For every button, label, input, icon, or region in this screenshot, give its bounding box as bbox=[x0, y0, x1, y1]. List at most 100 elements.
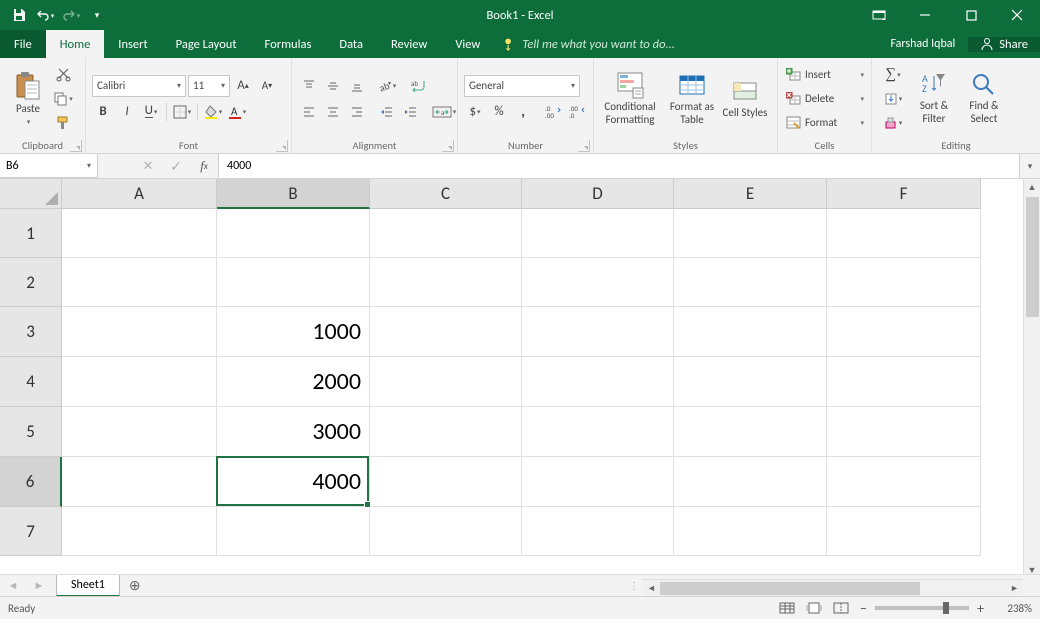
cell-D5[interactable] bbox=[522, 407, 674, 457]
find-select-button[interactable]: Find & Select bbox=[960, 63, 1008, 135]
minimize-button[interactable] bbox=[902, 0, 948, 30]
cell-E2[interactable] bbox=[674, 258, 827, 307]
insert-function-button[interactable]: fx bbox=[190, 154, 218, 178]
row-header-2[interactable]: 2 bbox=[0, 258, 62, 307]
increase-font-button[interactable]: A▴ bbox=[232, 75, 254, 97]
cell-D6[interactable] bbox=[522, 457, 674, 507]
cell-F4[interactable] bbox=[827, 357, 981, 407]
wrap-text-button[interactable]: ab bbox=[406, 75, 434, 97]
cell-D1[interactable] bbox=[522, 209, 674, 258]
align-right-button[interactable] bbox=[346, 101, 368, 123]
scroll-right-button[interactable]: ► bbox=[1006, 580, 1023, 597]
cell-A4[interactable] bbox=[62, 357, 217, 407]
tell-me-search[interactable]: Tell me what you want to do... bbox=[502, 30, 675, 58]
fill-button[interactable]: ▾ bbox=[878, 88, 908, 110]
tab-view[interactable]: View bbox=[441, 30, 494, 58]
formula-bar[interactable]: 4000 bbox=[219, 154, 1020, 178]
decrease-font-button[interactable]: A▾ bbox=[256, 75, 278, 97]
underline-button[interactable]: U▾ bbox=[140, 101, 162, 123]
new-sheet-button[interactable]: ⊕ bbox=[122, 575, 148, 597]
page-break-view-button[interactable] bbox=[828, 598, 854, 618]
cell-C5[interactable] bbox=[370, 407, 522, 457]
font-dialog-launcher[interactable] bbox=[276, 140, 288, 152]
splitter-grip[interactable]: ⋮ bbox=[629, 579, 640, 592]
cell-B3[interactable]: 1000 bbox=[217, 307, 370, 357]
share-button[interactable]: Share bbox=[968, 37, 1040, 52]
alignment-dialog-launcher[interactable] bbox=[442, 140, 454, 152]
h-scroll-thumb[interactable] bbox=[660, 582, 920, 595]
clear-button[interactable]: ▾ bbox=[878, 112, 908, 134]
qat-customize[interactable]: ▾ bbox=[86, 4, 108, 26]
number-dialog-launcher[interactable] bbox=[578, 140, 590, 152]
vertical-scrollbar[interactable]: ▲ ▼ bbox=[1023, 179, 1040, 579]
cell-C2[interactable] bbox=[370, 258, 522, 307]
zoom-level[interactable]: 238% bbox=[992, 602, 1032, 615]
cell-C3[interactable] bbox=[370, 307, 522, 357]
col-header-E[interactable]: E bbox=[674, 179, 827, 209]
col-header-F[interactable]: F bbox=[827, 179, 981, 209]
zoom-out-button[interactable]: − bbox=[860, 600, 867, 617]
cell-C6[interactable] bbox=[370, 457, 522, 507]
percent-style-button[interactable]: % bbox=[488, 101, 510, 123]
format-as-table-button[interactable]: Format as Table bbox=[664, 63, 720, 135]
cell-F3[interactable] bbox=[827, 307, 981, 357]
row-header-1[interactable]: 1 bbox=[0, 209, 62, 258]
cell-A6[interactable] bbox=[62, 457, 217, 507]
cell-D2[interactable] bbox=[522, 258, 674, 307]
ribbon-options-button[interactable] bbox=[856, 0, 902, 30]
undo-button[interactable]: ▾ bbox=[34, 4, 56, 26]
cell-B5[interactable]: 3000 bbox=[217, 407, 370, 457]
cell-D3[interactable] bbox=[522, 307, 674, 357]
cell-E4[interactable] bbox=[674, 357, 827, 407]
scroll-up-button[interactable]: ▲ bbox=[1024, 179, 1040, 196]
align-center-button[interactable] bbox=[322, 101, 344, 123]
row-header-3[interactable]: 3 bbox=[0, 307, 62, 357]
orientation-button[interactable]: ab▾ bbox=[376, 75, 398, 97]
fill-color-button[interactable]: ▾ bbox=[202, 101, 224, 123]
align-top-button[interactable] bbox=[298, 75, 320, 97]
cell-A5[interactable] bbox=[62, 407, 217, 457]
cell-A1[interactable] bbox=[62, 209, 217, 258]
sheet-tab[interactable]: Sheet1 bbox=[56, 575, 120, 597]
italic-button[interactable]: I bbox=[116, 101, 138, 123]
cell-B6[interactable]: 4000 bbox=[217, 457, 370, 507]
cell-D4[interactable] bbox=[522, 357, 674, 407]
row-header-7[interactable]: 7 bbox=[0, 507, 62, 556]
cell-E6[interactable] bbox=[674, 457, 827, 507]
bold-button[interactable]: B bbox=[92, 101, 114, 123]
formula-bar-expand[interactable]: ▾ bbox=[1020, 154, 1040, 178]
conditional-formatting-button[interactable]: Conditional Formatting bbox=[598, 63, 662, 135]
normal-view-button[interactable] bbox=[774, 598, 800, 618]
merge-center-button[interactable]: a▾ bbox=[430, 101, 458, 123]
cell-E7[interactable] bbox=[674, 507, 827, 556]
cell-A2[interactable] bbox=[62, 258, 217, 307]
tab-formulas[interactable]: Formulas bbox=[251, 30, 326, 58]
comma-style-button[interactable]: , bbox=[512, 101, 534, 123]
font-color-button[interactable]: A▾ bbox=[226, 101, 248, 123]
row-header-4[interactable]: 4 bbox=[0, 357, 62, 407]
col-header-C[interactable]: C bbox=[370, 179, 522, 209]
delete-cells-button[interactable]: Delete▾ bbox=[784, 88, 864, 110]
paste-button[interactable]: Paste ▾ bbox=[6, 63, 50, 135]
zoom-thumb[interactable] bbox=[943, 602, 949, 614]
cell-A7[interactable] bbox=[62, 507, 217, 556]
tab-page-layout[interactable]: Page Layout bbox=[162, 30, 251, 58]
font-size-combo[interactable]: 11▾ bbox=[188, 75, 230, 97]
name-box[interactable]: B6▾ bbox=[0, 154, 98, 178]
number-format-combo[interactable]: General▾ bbox=[464, 75, 580, 97]
tab-file[interactable]: File bbox=[0, 30, 46, 58]
tab-data[interactable]: Data bbox=[325, 30, 377, 58]
row-header-5[interactable]: 5 bbox=[0, 407, 62, 457]
decrease-indent-button[interactable] bbox=[376, 101, 398, 123]
tab-scroll-left[interactable]: ◄ bbox=[0, 575, 26, 597]
save-button[interactable] bbox=[8, 4, 30, 26]
select-all-button[interactable] bbox=[0, 179, 62, 209]
format-painter-button[interactable] bbox=[52, 112, 74, 134]
cell-F1[interactable] bbox=[827, 209, 981, 258]
tab-home[interactable]: Home bbox=[46, 30, 105, 58]
user-name[interactable]: Farshad Iqbal bbox=[878, 37, 967, 51]
align-middle-button[interactable] bbox=[322, 75, 344, 97]
scroll-left-button[interactable]: ◄ bbox=[643, 580, 660, 597]
close-button[interactable] bbox=[994, 0, 1040, 30]
decrease-decimal-button[interactable]: .00.0 bbox=[566, 101, 588, 123]
